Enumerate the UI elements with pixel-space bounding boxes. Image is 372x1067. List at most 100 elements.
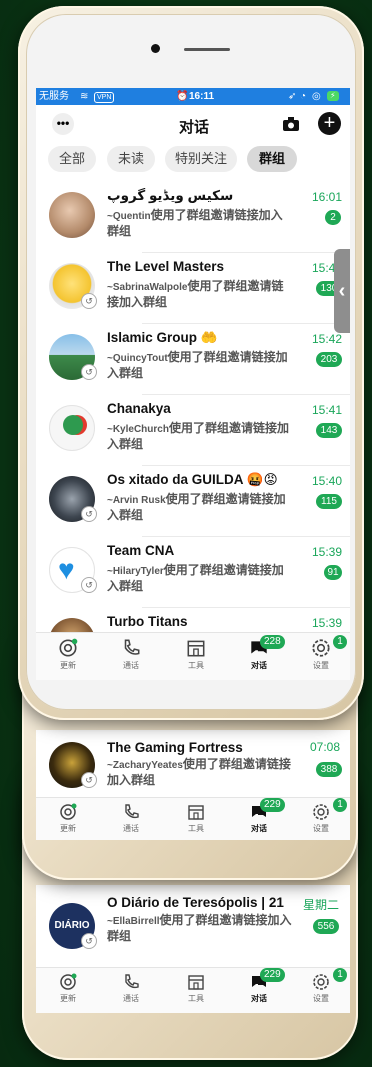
chat-name: Islamic Group 🤲 [107, 330, 218, 345]
unread-count: 2 [325, 210, 341, 225]
tab-bar: 更新 通话 工具 对话 设置 228 1 [36, 632, 350, 680]
heart-logo: ♥ [58, 554, 75, 585]
tab-calls[interactable]: 通话 [111, 633, 151, 671]
chat-row-diario[interactable]: DIÁRIO ↺ O Diário de Teresópolis | 21 ~E… [36, 893, 350, 964]
group-invite-icon: ↺ [81, 506, 97, 522]
tab-tools[interactable]: 工具 [176, 798, 216, 834]
chat-time: 15:4 [312, 261, 336, 275]
chat-row[interactable]: ↺ Islamic Group 🤲 ~QuincyTout使用了群组邀请链接加入… [36, 324, 350, 395]
tab-updates[interactable]: 更新 [48, 968, 88, 1004]
tab-calls[interactable]: 通话 [111, 798, 151, 834]
tab-bar-2: 更新 通话 工具 对话 设置 229 1 [36, 797, 350, 840]
tab-tools[interactable]: 工具 [176, 968, 216, 1004]
chat-preview: ~QuincyTout使用了群组邀请链接加入群组 [107, 350, 288, 380]
front-camera [151, 44, 160, 53]
chats-unread-badge: 229 [260, 798, 285, 812]
chat-time: 15:40 [312, 474, 343, 488]
settings-icon [313, 804, 329, 820]
do-not-disturb-icon: ◎ [312, 91, 321, 102]
tab-updates[interactable]: 更新 [48, 798, 88, 834]
camera-icon [283, 117, 299, 131]
filter-unread[interactable]: 未读 [107, 146, 155, 172]
filter-favorites[interactable]: 特别关注 [165, 146, 237, 172]
phone-icon [125, 804, 139, 819]
side-drawer-handle[interactable]: ‹ [334, 249, 350, 333]
settings-badge: 1 [333, 635, 347, 649]
chat-time: 16:01 [312, 190, 343, 204]
battery-icon: ⚡ [327, 91, 339, 101]
group-invite-icon: ↺ [81, 293, 97, 309]
settings-icon [312, 639, 330, 657]
carrier-text: 无服务 [39, 91, 69, 102]
store-icon [188, 805, 204, 820]
page-title: 对话 [179, 119, 210, 136]
plus-icon: + [323, 112, 336, 134]
chat-row[interactable]: ↺ The Level Masters ~SabrinaWalpole使用了群组… [36, 253, 350, 324]
main-screen: 无服务 ≋ VPN ⏰ 16:11 ➶ ◔ ◎ ⚡ ••• 对话 + 全部 未读… [36, 88, 350, 680]
chat-preview: ~EllaBirrell使用了群组邀请链接加入群组 [107, 913, 292, 943]
group-invite-icon: ↺ [81, 772, 97, 788]
chat-row[interactable]: ♥ ↺ Team CNA ~HilaryTyler使用了群组邀请链接加入群组 1… [36, 537, 350, 608]
chat-name: O Diário de Teresópolis | 21 [107, 895, 284, 910]
group-invite-icon: ↺ [81, 364, 97, 380]
card3-screen: DIÁRIO ↺ O Diário de Teresópolis | 21 ~E… [36, 885, 350, 1013]
chat-row[interactable]: سكيس ويڈيو گروپ ~Quentin使用了群组邀请链接加入群组 16… [36, 182, 350, 253]
store-icon [187, 640, 205, 657]
store-icon [188, 975, 204, 990]
chat-row[interactable]: Chanakya ~KyleChurch使用了群组邀请链接加入群组 15:41 … [36, 395, 350, 466]
updates-icon [59, 638, 78, 657]
group-invite-icon: ↺ [81, 577, 97, 593]
chat-name: Os xitado da GUILDA 🤬😡 [107, 472, 278, 487]
filter-groups[interactable]: 群组 [247, 146, 297, 172]
chat-time: 星期二 [303, 898, 340, 912]
chats-unread-badge: 228 [260, 635, 285, 649]
chat-time: 15:39 [312, 616, 343, 630]
chat-preview: ~KyleChurch使用了群组邀请链接加入群组 [107, 421, 289, 451]
settings-icon [313, 974, 329, 990]
filter-all[interactable]: 全部 [48, 146, 96, 172]
status-bar: 无服务 ≋ VPN ⏰ 16:11 ➶ ◔ ◎ ⚡ [36, 88, 350, 105]
chat-row[interactable]: ↺ Os xitado da GUILDA 🤬😡 ~Arvin Rusk使用了群… [36, 466, 350, 537]
chat-preview: ~HilaryTyler使用了群组邀请链接加入群组 [107, 563, 284, 593]
chat-time: 15:42 [312, 332, 343, 346]
more-icon: ••• [56, 116, 70, 130]
wifi-icon: ≋ [80, 91, 89, 102]
chat-time: 07:08 [310, 740, 341, 754]
earpiece [184, 48, 230, 51]
chat-name: Team CNA [107, 543, 175, 558]
unread-count: 143 [316, 423, 342, 438]
tab-bar-3: 更新 通话 工具 对话 设置 229 1 [36, 967, 350, 1013]
unread-count: 388 [316, 762, 342, 777]
chat-name: Chanakya [107, 401, 171, 416]
chat-preview: ~Quentin使用了群组邀请链接加入群组 [107, 208, 283, 238]
tab-tools[interactable]: 工具 [176, 633, 216, 671]
phone-icon [124, 639, 140, 655]
phone-icon [125, 974, 139, 989]
avatar [49, 405, 95, 451]
settings-badge: 1 [333, 798, 347, 812]
updates-icon [60, 803, 77, 820]
unread-count: 203 [316, 352, 342, 367]
camera-button[interactable] [282, 116, 300, 137]
settings-badge: 1 [333, 968, 347, 982]
chat-name: The Gaming Fortress [107, 740, 243, 755]
unread-count: 91 [324, 565, 342, 580]
chats-unread-badge: 229 [260, 968, 285, 982]
chat-name: The Level Masters [107, 259, 225, 274]
unread-count: 556 [313, 919, 339, 934]
chanakya-logo [63, 415, 83, 435]
vpn-badge: VPN [94, 92, 115, 103]
chat-name: Turbo Titans [107, 614, 188, 629]
more-button[interactable]: ••• [52, 113, 74, 135]
updates-icon [60, 973, 77, 990]
chat-preview: ~ZacharyYeates使用了群组邀请链接加入群组 [107, 757, 291, 787]
unread-count: 115 [316, 494, 342, 509]
tab-updates[interactable]: 更新 [48, 633, 88, 671]
avatar [49, 192, 95, 238]
chat-row-gaming-fortress[interactable]: ↺ The Gaming Fortress ~ZacharyYeates使用了群… [36, 734, 350, 805]
chat-preview: ~Arvin Rusk使用了群组邀请链接加入群组 [107, 492, 286, 522]
new-chat-button[interactable]: + [318, 112, 341, 135]
tab-calls[interactable]: 通话 [111, 968, 151, 1004]
clock-text: 16:11 [189, 91, 215, 102]
signal-icon: ◔ [300, 91, 307, 102]
